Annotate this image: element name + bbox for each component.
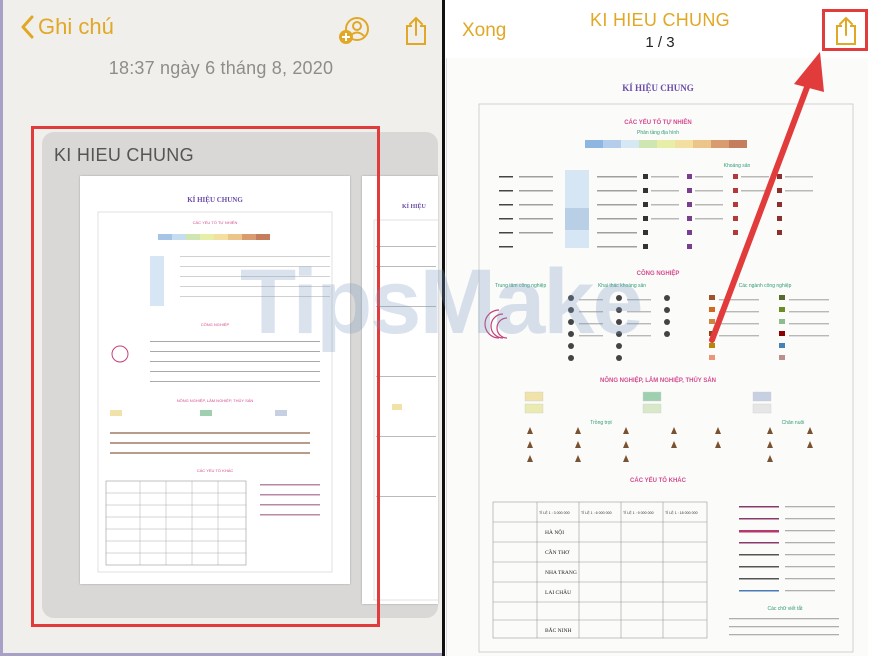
- share-highlight-box: [822, 9, 868, 51]
- back-button[interactable]: Ghi chú: [20, 14, 114, 40]
- back-label: Ghi chú: [38, 14, 114, 39]
- share-button-notes[interactable]: [404, 16, 428, 51]
- attachment-title: KI HIEU CHUNG: [54, 145, 194, 165]
- doc-other-heading: CÁC YẾU TỐ KHÁC: [630, 477, 687, 484]
- add-person-icon: [339, 17, 369, 44]
- svg-text:CÔNG NGHIỆP: CÔNG NGHIỆP: [201, 322, 230, 327]
- page-indicator: 1 / 3: [645, 34, 675, 51]
- svg-text:KÍ HIỆU: KÍ HIỆU: [402, 202, 427, 210]
- city-4: LAI CHÂU: [545, 588, 571, 596]
- doc-industry-heading: CÔNG NGHIỆP: [637, 269, 680, 277]
- doc-mining-label: Khai thác khoáng sản: [598, 283, 646, 289]
- doc-elevation-label: Phân tầng địa hình: [637, 130, 679, 136]
- note-date: 18:37 ngày 6 tháng 8, 2020: [108, 58, 334, 78]
- other-legend: [739, 506, 779, 592]
- city-5: BẮC NINH: [545, 626, 571, 634]
- svg-text:KÍ HIỆU CHUNG: KÍ HIỆU CHUNG: [187, 196, 243, 204]
- svg-text:CÁC YẾU TỐ TỰ NHIÊN: CÁC YẾU TỐ TỰ NHIÊN: [193, 220, 238, 225]
- scale-3: TỈ LỆ 1 : 9 000 000: [623, 510, 654, 515]
- mineral-symbols: [643, 174, 782, 249]
- industry-branch-symbols: [709, 295, 785, 360]
- preview-title: KI HIEU CHUNG: [590, 10, 730, 30]
- crop-symbols: [527, 427, 813, 462]
- scale-2: TỈ LỆ 1 : 6 000 000: [581, 510, 612, 515]
- natural-symbols-left: [499, 176, 553, 248]
- map-table: [492, 501, 708, 639]
- doc-title: KÍ HIỆU CHUNG: [622, 83, 694, 93]
- mining-symbols: [568, 295, 670, 361]
- city-2: CẦN THƠ: [545, 548, 570, 556]
- doc-natural-heading: CÁC YẾU TỐ TỰ NHIÊN: [624, 118, 692, 126]
- doc-branches-label: Các ngành công nghiệp: [739, 283, 792, 289]
- chevron-left-icon: [21, 15, 34, 39]
- natural-symbols-mid: [597, 176, 637, 248]
- doc-agri-heading: NÔNG NGHIỆP, LÂM NGHIỆP, THỦY SẢN: [600, 376, 716, 384]
- elevation-scale: [585, 140, 747, 148]
- scale-1: TỈ LỆ 1 : 3 000 000: [539, 510, 570, 515]
- scale-4: TỈ LỆ 1 : 18 000 000: [665, 510, 698, 515]
- doc-minerals-label: Khoáng sản: [724, 163, 751, 169]
- svg-text:NÔNG NGHIỆP, LÂM NGHIỆP, THỦY: NÔNG NGHIỆP, LÂM NGHIỆP, THỦY SẢN: [177, 398, 254, 403]
- doc-livestock-label: Chăn nuôi: [782, 420, 805, 426]
- done-button[interactable]: Xong: [462, 20, 506, 42]
- doc-crops-label: Trồng trọt: [590, 420, 612, 426]
- city-1: HÀ NỘI: [545, 528, 564, 536]
- city-3: NHA TRANG: [545, 570, 577, 576]
- svg-text:CÁC YẾU TỐ KHÁC: CÁC YẾU TỐ KHÁC: [197, 468, 234, 473]
- add-person-button[interactable]: [338, 16, 370, 51]
- agri-legend: [524, 391, 772, 414]
- pdf-page-thumbnail-next[interactable]: KÍ HIỆU: [362, 176, 438, 604]
- share-icon: [406, 16, 426, 45]
- industry-center-symbol: [484, 309, 508, 339]
- doc-abbrev-label: Các chữ viết tắt: [767, 605, 803, 612]
- pdf-page-thumbnail[interactable]: KÍ HIỆU CHUNG CÁC YẾU TỐ TỰ NHIÊN CÔNG N…: [80, 176, 350, 584]
- pdf-document-view[interactable]: KÍ HIỆU CHUNG CÁC YẾU TỐ TỰ NHIÊN Phân t…: [446, 58, 868, 656]
- doc-industry-center: Trung tâm công nghiệp: [495, 283, 546, 289]
